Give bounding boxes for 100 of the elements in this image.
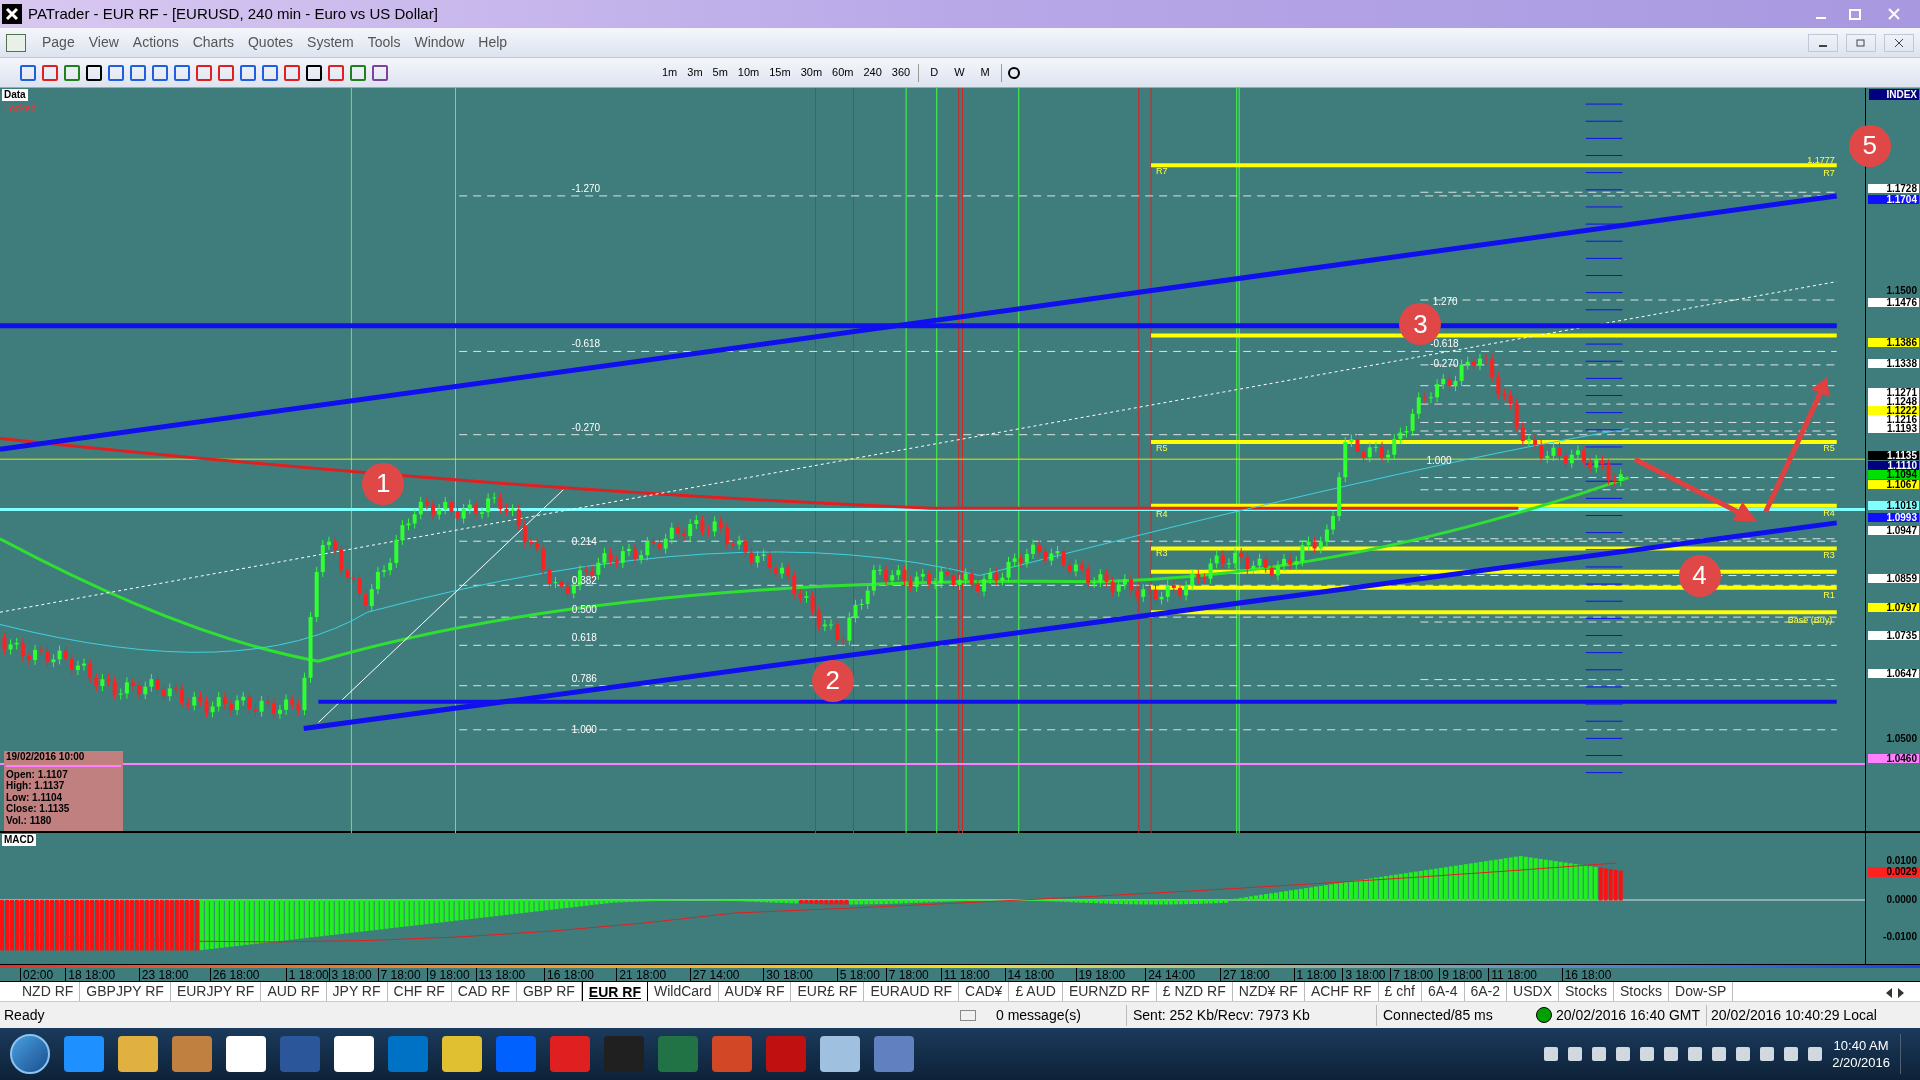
menu-item[interactable]: Tools xyxy=(361,32,407,53)
menu-item[interactable]: View xyxy=(82,32,125,53)
menu-item[interactable]: Quotes xyxy=(241,32,300,53)
price-label: 1.1222 xyxy=(1868,406,1919,415)
sheet-tab[interactable]: GBPJPY RF xyxy=(80,981,171,1001)
timeframe-button[interactable]: 3m xyxy=(685,64,705,81)
period-button[interactable]: M xyxy=(975,64,995,81)
sheet-tab[interactable]: CHF RF xyxy=(387,981,452,1001)
clock-time: 10:40 AM xyxy=(1833,1037,1889,1054)
price-label: 1.0993 xyxy=(1868,513,1919,522)
restore-button[interactable] xyxy=(1846,33,1876,52)
sheet-tab[interactable]: CAD RF xyxy=(451,981,517,1001)
price-label: 1.1019 xyxy=(1868,501,1919,510)
price-label: 1.1476 xyxy=(1868,298,1919,307)
period-button[interactable]: W xyxy=(949,64,970,81)
sheet-tab[interactable]: GBP RF xyxy=(517,981,582,1001)
tray-icon[interactable] xyxy=(1784,1047,1799,1061)
number-marker: 1 xyxy=(362,462,405,505)
fibonacci-label: -0.270 xyxy=(571,421,601,433)
menu-item[interactable]: Charts xyxy=(186,32,240,53)
price-label: 1.0500 xyxy=(1885,734,1918,743)
info-line: Low: 1.1104 xyxy=(6,791,64,803)
sheet-tab[interactable]: EURAUD RF xyxy=(864,981,960,1001)
pivot-level-label: R5 xyxy=(1823,443,1835,454)
sheet-tab[interactable]: Stocks xyxy=(1559,981,1614,1001)
sheet-tab[interactable]: 6A-4 xyxy=(1421,981,1465,1001)
menu-item[interactable]: Window xyxy=(408,32,471,53)
close-icon xyxy=(1888,8,1900,20)
timeframe-button[interactable]: 10m xyxy=(735,64,762,81)
sheet-tab[interactable]: Dow-SP xyxy=(1669,981,1734,1001)
macd-value-label: 0.0029 xyxy=(1868,867,1919,877)
sheet-tab[interactable]: EURNZD RF xyxy=(1062,981,1157,1001)
sheet-tab[interactable]: AUD RF xyxy=(261,981,327,1001)
tray-icon[interactable] xyxy=(1544,1047,1559,1061)
sheet-tab[interactable]: NZD¥ RF xyxy=(1232,981,1305,1001)
timeframe-button[interactable]: 30m xyxy=(798,64,825,81)
tray-icon[interactable] xyxy=(1808,1047,1823,1061)
sheet-tab[interactable]: £ chf xyxy=(1378,981,1422,1001)
clock-icon[interactable] xyxy=(1007,66,1020,79)
timeframe-button[interactable]: 240 xyxy=(861,64,884,81)
minimize-button[interactable] xyxy=(1808,33,1838,52)
fibonacci-label: 1.270 xyxy=(1432,295,1458,307)
timeframe-button[interactable]: 360 xyxy=(889,64,913,81)
sheet-tab[interactable]: JPY RF xyxy=(326,981,388,1001)
menu-item[interactable]: Actions xyxy=(126,32,185,53)
price-label: 1.1135 xyxy=(1868,451,1919,460)
menu-item[interactable]: Page xyxy=(36,32,81,53)
period-button[interactable]: D xyxy=(925,64,944,81)
tray-icon[interactable] xyxy=(1664,1047,1679,1061)
tray-icon[interactable] xyxy=(1640,1047,1655,1061)
tray-icon[interactable] xyxy=(1760,1047,1775,1061)
tray-icon[interactable] xyxy=(1568,1047,1583,1061)
price-label: 1.1271 xyxy=(1868,388,1919,397)
sheet-tab[interactable]: NZD RF xyxy=(16,981,81,1001)
price-label: 1.1216 xyxy=(1868,415,1919,424)
fibonacci-label: -1.270 xyxy=(571,182,601,194)
price-label: 1.1338 xyxy=(1868,359,1919,368)
chart-tool-icon[interactable] xyxy=(86,64,102,81)
pivot-level-label: Base (Buy) xyxy=(1787,614,1833,625)
timeframe-button[interactable]: 15m xyxy=(767,64,793,81)
chart-tool-icon[interactable] xyxy=(306,64,322,81)
menu-item[interactable]: System xyxy=(301,32,360,53)
sheet-tab[interactable]: £ AUD xyxy=(1009,981,1063,1001)
mail-icon xyxy=(960,1009,976,1021)
start-button[interactable] xyxy=(10,1034,50,1074)
info-date: 19/02/2016 10:00 xyxy=(6,751,121,767)
sheet-tab[interactable]: USDX xyxy=(1507,981,1559,1001)
pivot-level-label: R1 xyxy=(1823,590,1835,601)
axis-header: INDEX xyxy=(1869,89,1919,100)
tray-icon[interactable] xyxy=(1688,1047,1703,1061)
tray-icon[interactable] xyxy=(1616,1047,1631,1061)
price-label: 1.0797 xyxy=(1868,603,1919,612)
sheet-tab[interactable]: EURJPY RF xyxy=(170,981,262,1001)
timeframe-button[interactable]: 1m xyxy=(660,64,680,81)
sheet-tab[interactable]: £ NZD RF xyxy=(1156,981,1233,1001)
data-tag: Data xyxy=(2,89,28,101)
timeframe-button[interactable]: 60m xyxy=(830,64,856,81)
tray-icon[interactable] xyxy=(1712,1047,1727,1061)
close-button[interactable] xyxy=(1884,33,1914,52)
tray-icon[interactable] xyxy=(1736,1047,1751,1061)
sheet-tab[interactable]: ACHF RF xyxy=(1304,981,1379,1001)
fibonacci-label: -0.618 xyxy=(571,338,601,350)
fibonacci-label: 0.214 xyxy=(571,535,597,547)
timeframe-button[interactable]: 5m xyxy=(710,64,730,81)
sheet-tab[interactable]: AUD¥ RF xyxy=(718,981,792,1001)
tray-icon[interactable] xyxy=(1592,1047,1607,1061)
connection-led-icon xyxy=(1536,1007,1552,1023)
restore-icon xyxy=(1849,8,1861,20)
fibonacci-label: 0.500 xyxy=(571,604,597,616)
minimize-icon xyxy=(1819,44,1827,47)
sheet-tab[interactable]: CAD¥ xyxy=(959,981,1010,1001)
window-title: PATrader - EUR RF - [EURUSD, 240 min - Euro vs US Dollar] xyxy=(28,3,438,24)
number-marker: 4 xyxy=(1678,554,1721,597)
sheet-tab[interactable]: 6A-2 xyxy=(1464,981,1508,1001)
sheet-tab[interactable]: Stocks xyxy=(1614,981,1669,1001)
menu-item[interactable]: Help xyxy=(472,32,514,53)
sheet-tab[interactable]: WildCard xyxy=(648,981,719,1001)
sheet-tab[interactable]: EUR£ RF xyxy=(791,981,865,1001)
price-label: 1.1704 xyxy=(1868,195,1919,204)
price-label: 1.0460 xyxy=(1868,754,1919,763)
